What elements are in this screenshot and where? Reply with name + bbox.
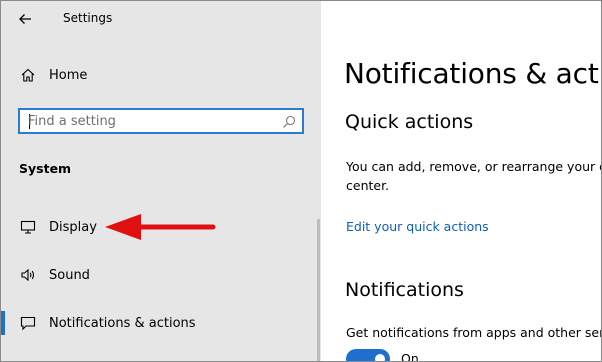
monitor-icon [19, 218, 37, 236]
sidebar-item-sound[interactable]: Sound [1, 255, 321, 295]
main-content: Notifications & actions Quick actions Yo… [321, 1, 601, 361]
settings-window: Settings Home System [0, 0, 602, 362]
sidebar-item-home[interactable]: Home [1, 55, 321, 95]
back-arrow-icon [19, 14, 31, 24]
search-input[interactable] [28, 112, 278, 130]
quick-actions-description-cont: center. [346, 178, 390, 193]
notifications-description: Get notifications from apps and other se… [346, 325, 601, 340]
sidebar-item-notifications[interactable]: Notifications & actions [1, 303, 321, 343]
notifications-toggle[interactable] [346, 349, 390, 361]
toggle-state-label: On [401, 351, 419, 361]
home-icon [19, 66, 37, 84]
search-box[interactable] [18, 108, 304, 134]
sidebar-item-label: Notifications & actions [49, 315, 196, 331]
search-icon [283, 115, 296, 128]
section-heading-system: System [19, 161, 72, 176]
sidebar-item-label: Sound [49, 267, 90, 283]
quick-actions-heading: Quick actions [345, 111, 474, 133]
edit-quick-actions-link[interactable]: Edit your quick actions [346, 219, 489, 234]
annotation-arrow-icon [105, 214, 216, 240]
notification-icon [19, 314, 37, 332]
title-bar: Settings [1, 1, 321, 37]
sidebar-scrollbar[interactable] [317, 219, 320, 361]
back-button[interactable] [11, 7, 39, 31]
toggle-knob [375, 354, 385, 361]
notifications-heading: Notifications [345, 279, 464, 301]
quick-actions-description: You can add, remove, or rearrange your q… [346, 159, 601, 174]
sidebar: Settings Home System [1, 1, 321, 361]
page-title: Notifications & actions [344, 57, 601, 90]
window-title: Settings [63, 11, 113, 25]
speaker-icon [19, 266, 37, 284]
sidebar-item-label: Home [49, 67, 88, 83]
sidebar-item-label: Display [49, 219, 97, 235]
